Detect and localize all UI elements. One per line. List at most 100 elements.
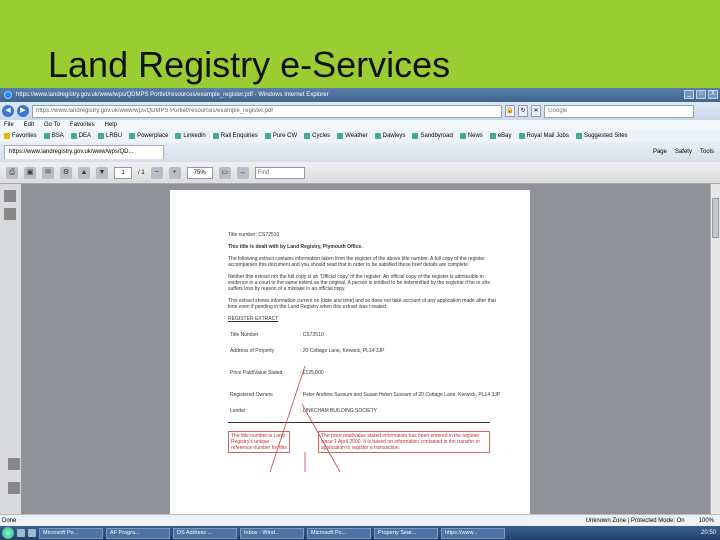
paragraph: The following extract contains informati… <box>228 256 485 268</box>
favorite-item[interactable]: News <box>459 133 483 139</box>
link-icon <box>43 133 50 139</box>
pdf-page: Title number: CS72510 This title is deal… <box>170 190 530 514</box>
page-menu[interactable]: Page <box>653 149 667 155</box>
minimize-button[interactable]: _ <box>684 90 694 99</box>
taskbar-item[interactable]: DS Address ... <box>173 527 237 539</box>
divider <box>228 422 490 423</box>
taskbar-item[interactable]: Property Sear... <box>374 527 438 539</box>
lock-icon[interactable]: 🔒 <box>505 105 515 117</box>
taskbar-clock: 20:50 <box>700 530 716 536</box>
zoom-level-input[interactable]: 75% <box>186 166 213 179</box>
link-icon <box>212 133 219 139</box>
section-heading: REGISTER EXTRACT <box>228 316 279 322</box>
favorite-item[interactable]: Favorites <box>4 133 37 139</box>
vertical-scrollbar[interactable] <box>710 184 720 514</box>
attachments-icon[interactable] <box>4 208 16 220</box>
menu-item-edit[interactable]: Edit <box>24 122 34 128</box>
menu-item-favorites[interactable]: Favorites <box>70 122 95 128</box>
paragraph: This extract shows information current o… <box>228 298 496 310</box>
extract-row: Price Paid/Value Stated: £125,000 <box>230 370 324 376</box>
link-icon <box>489 133 496 139</box>
favorite-item[interactable]: Cycles <box>304 133 330 139</box>
taskbar-item[interactable]: Microsoft Po... <box>307 527 371 539</box>
page-number-input[interactable]: 1 <box>114 166 132 179</box>
link-icon <box>98 133 105 139</box>
tools-menu[interactable]: Tools <box>700 149 714 155</box>
quick-launch-icon[interactable] <box>17 529 25 537</box>
taskbar-item[interactable]: Microsoft Po... <box>39 527 103 539</box>
zoom-out-icon[interactable]: − <box>150 166 163 179</box>
link-icon <box>264 133 271 139</box>
taskbar-item[interactable]: https://www... <box>441 527 505 539</box>
status-bar: Done Unknown Zone | Protected Mode: On 1… <box>0 514 720 526</box>
tab-bar: https://www.landregistry.gov.uk/www/wps/… <box>0 142 720 162</box>
comments-icon[interactable] <box>8 458 20 470</box>
callout-title-number: The title number is Land Registry's uniq… <box>228 431 290 453</box>
favorite-item[interactable]: Dawleys <box>374 133 405 139</box>
forward-button[interactable]: ▶ <box>17 105 29 117</box>
favorite-item[interactable]: Weather <box>337 133 368 139</box>
close-button[interactable]: X <box>708 90 718 99</box>
favorite-item[interactable]: Pure CW <box>264 133 297 139</box>
favorite-item[interactable]: Rail Enquiries <box>212 133 258 139</box>
taskbar-item[interactable]: Inbox - Wind... <box>240 527 304 539</box>
favorite-item[interactable]: Suggested Sites <box>575 133 628 139</box>
zoom-status[interactable]: 100% <box>699 518 714 524</box>
extract-row: Registered Owners: Peter Andrew Sussum a… <box>230 392 501 398</box>
maximize-button[interactable]: □ <box>696 90 706 99</box>
favorite-item[interactable]: DEA <box>70 133 91 139</box>
link-icon <box>412 133 419 139</box>
favorite-item[interactable]: eBay <box>489 133 512 139</box>
link-icon <box>374 133 381 139</box>
link-icon <box>70 133 77 139</box>
fit-page-icon[interactable]: ▭ <box>218 166 231 179</box>
find-input[interactable]: Find <box>254 166 305 179</box>
star-icon <box>4 133 10 139</box>
menu-item-help[interactable]: Help <box>105 122 117 128</box>
next-page-icon[interactable]: ▼ <box>96 166 108 179</box>
window-titlebar: https://www.landregistry.gov.uk/www/wps/… <box>0 88 720 102</box>
zoom-in-icon[interactable]: + <box>168 166 181 179</box>
link-icon <box>575 133 582 139</box>
link-icon <box>129 133 136 139</box>
menu-bar: File Edit Go To Favorites Help <box>0 120 720 130</box>
settings-icon[interactable]: ⚙ <box>60 166 72 179</box>
favorite-item[interactable]: Linkedin <box>175 133 206 139</box>
link-icon <box>304 133 311 139</box>
start-button[interactable] <box>2 527 14 539</box>
tab-pdf[interactable]: https://www.landregistry.gov.uk/www/wps/… <box>4 145 164 159</box>
extract-row: Address of Property: 20 Cottage Lane, Ke… <box>230 348 385 354</box>
paperclip-icon[interactable] <box>8 482 20 494</box>
favorite-item[interactable]: Sandbyroad <box>412 133 453 139</box>
scroll-thumb[interactable] <box>712 198 719 238</box>
email-icon[interactable]: ✉ <box>42 166 54 179</box>
save-icon[interactable]: ▣ <box>24 166 36 179</box>
search-input[interactable] <box>544 104 694 118</box>
link-icon <box>518 133 525 139</box>
favorite-item[interactable]: BSA <box>43 133 64 139</box>
browser-logo-icon <box>4 91 12 99</box>
pages-icon[interactable] <box>4 190 16 202</box>
quick-launch-icon[interactable] <box>28 529 36 537</box>
office-line: This title is dealt with by Land Registr… <box>228 244 363 250</box>
favorite-item[interactable]: LRBU <box>98 133 122 139</box>
security-zone[interactable]: Unknown Zone | Protected Mode: On <box>586 518 685 524</box>
menu-item-file[interactable]: File <box>4 122 14 128</box>
stop-icon[interactable]: ✕ <box>531 105 541 117</box>
taskbar-item[interactable]: AF Progra... <box>106 527 170 539</box>
back-button[interactable]: ◀ <box>2 105 14 117</box>
safety-menu[interactable]: Safety <box>675 149 692 155</box>
favorite-item[interactable]: Powerplace <box>129 133 168 139</box>
callouts: The title number is Land Registry's uniq… <box>228 431 503 471</box>
previous-page-icon[interactable]: ▲ <box>78 166 90 179</box>
favorite-item[interactable]: Royal Mail Jobs <box>518 133 569 139</box>
print-icon[interactable]: ⎙ <box>6 166 18 179</box>
fit-width-icon[interactable]: ↔ <box>236 166 249 179</box>
slide-title: Land Registry e-Services <box>48 44 451 85</box>
menu-item-goto[interactable]: Go To <box>44 122 60 128</box>
link-icon <box>459 133 466 139</box>
favorites-bar: Favorites BSA DEA LRBU Powerplace Linked… <box>0 130 720 142</box>
refresh-icon[interactable]: ↻ <box>518 105 528 117</box>
address-input[interactable] <box>32 104 502 118</box>
status-text: Done <box>2 517 17 524</box>
